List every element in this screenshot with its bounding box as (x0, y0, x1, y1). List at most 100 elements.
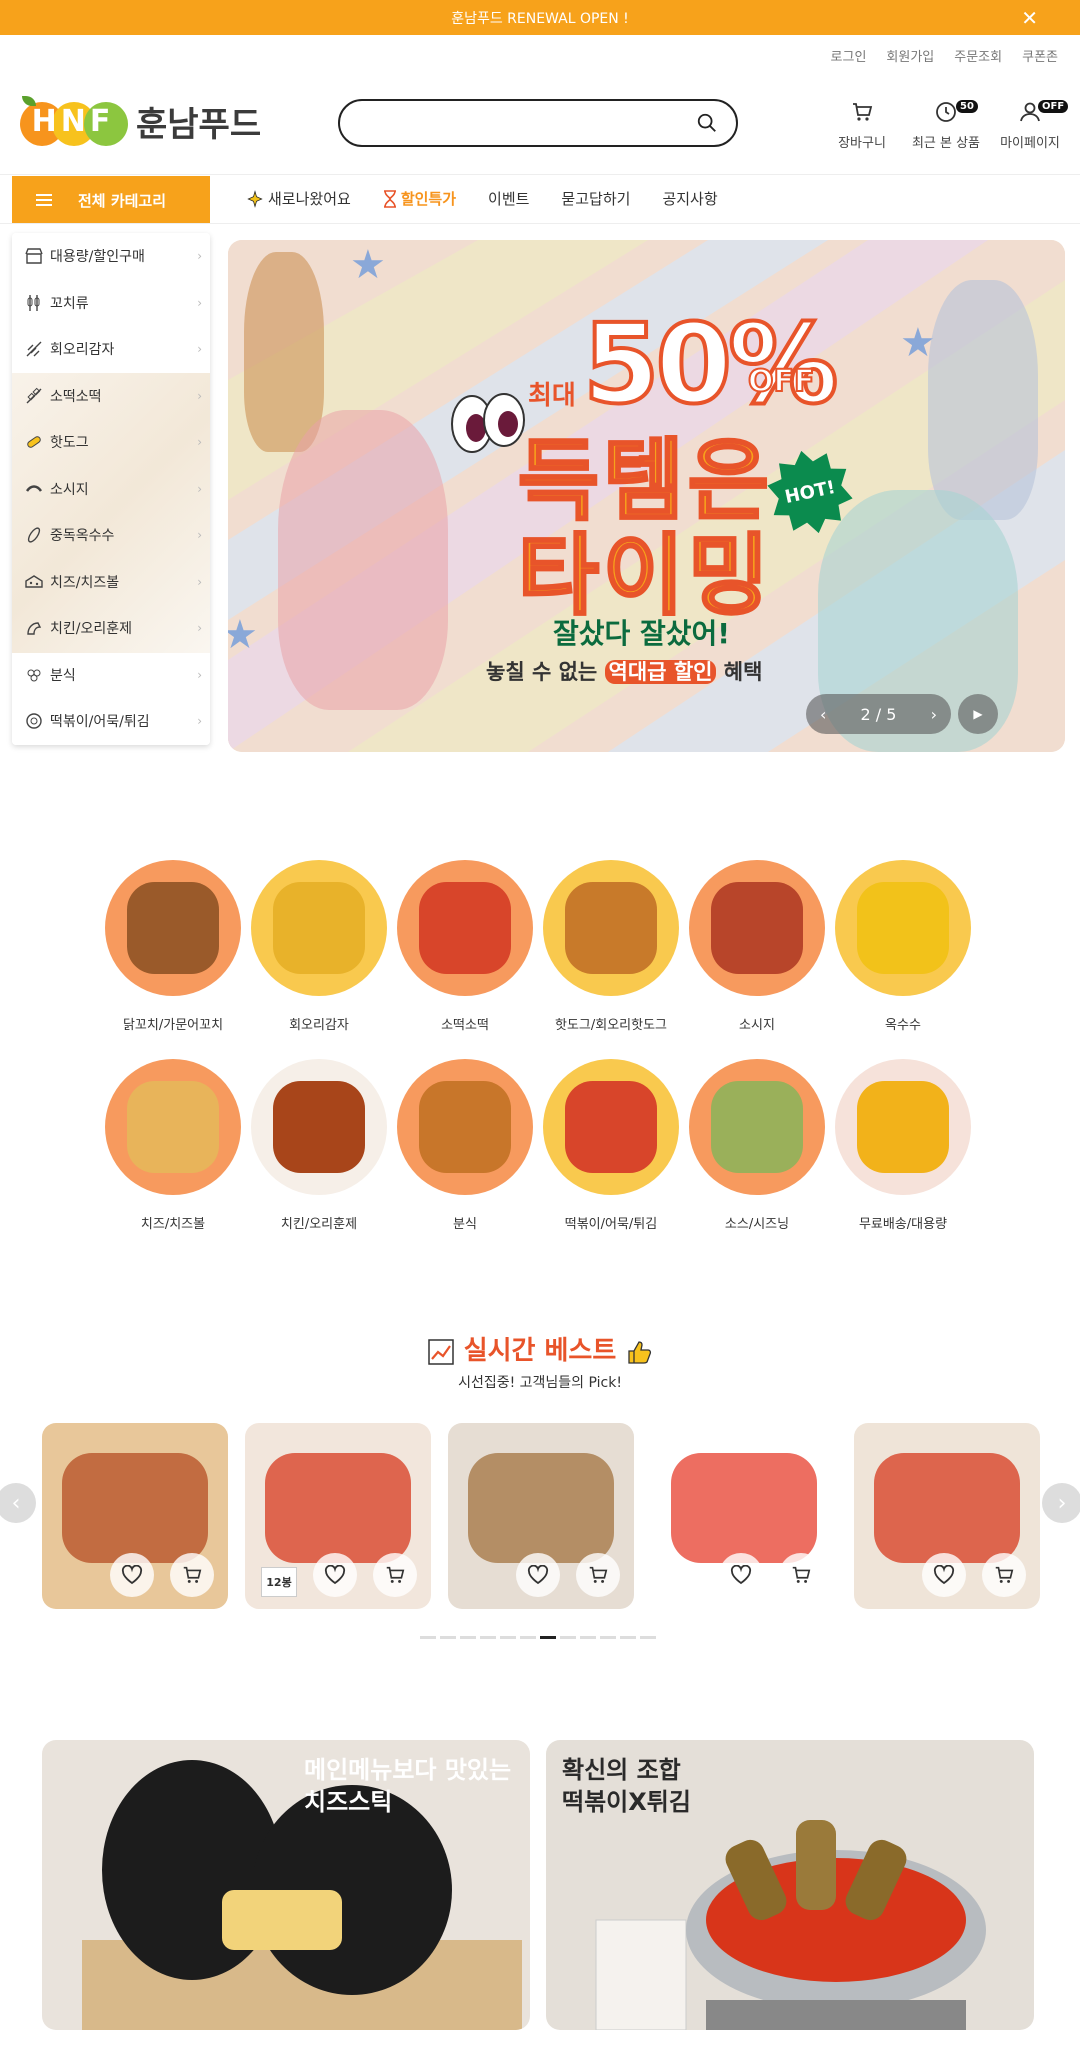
nav-events[interactable]: 이벤트 (488, 188, 529, 209)
banner-prev-icon[interactable]: ‹ (820, 705, 826, 724)
wishlist-button[interactable] (719, 1553, 763, 1597)
login-link[interactable]: 로그인 (831, 46, 867, 65)
corn-icon (24, 525, 44, 545)
recent-items-button[interactable]: 50 최근 본 상품 (904, 98, 988, 151)
product-image (468, 1453, 614, 1563)
category-card[interactable]: 소떡소떡 (392, 860, 538, 1033)
close-icon[interactable]: ✕ (1021, 6, 1038, 30)
site-logo[interactable]: HNF 훈남푸드 (20, 96, 261, 146)
coupon-zone-link[interactable]: 쿠폰존 (1022, 46, 1058, 65)
cart-button[interactable]: 장바구니 (820, 98, 904, 151)
search-input[interactable] (358, 111, 678, 135)
order-lookup-link[interactable]: 주문조회 (954, 46, 1002, 65)
carousel-dot[interactable] (560, 1636, 576, 1639)
category-item-sausage[interactable]: 소시지 › (12, 466, 210, 513)
category-card[interactable]: 치킨/오리훈제 (246, 1059, 392, 1232)
carousel-dot[interactable] (460, 1636, 476, 1639)
cart-label: 장바구니 (838, 136, 886, 151)
product-image (265, 1453, 411, 1563)
product-card[interactable] (448, 1423, 634, 1609)
carousel-dot[interactable] (620, 1636, 636, 1639)
carousel-dot[interactable] (640, 1636, 656, 1639)
category-item-hotdog[interactable]: 핫도그 › (12, 419, 210, 466)
category-grid: 닭꼬치/가문어꼬치 회오리감자 소떡소떡 핫도그/회오리핫도그 소시지 옥수수치즈/치즈볼… (100, 860, 976, 1232)
carousel-dot[interactable] (480, 1636, 496, 1639)
banner-off-label: OFF (747, 364, 815, 399)
category-item-chicken[interactable]: 치킨/오리훈제 › (12, 605, 210, 652)
category-card[interactable]: 무료배송/대용량 (830, 1059, 976, 1232)
category-card[interactable]: 치즈/치즈볼 (100, 1059, 246, 1232)
category-name: 회오리감자 (289, 1018, 349, 1033)
category-image (689, 860, 825, 996)
category-item-snack[interactable]: 분식 › (12, 652, 210, 699)
carousel-dot[interactable] (500, 1636, 516, 1639)
product-card[interactable]: 12봉 (245, 1423, 431, 1609)
category-item-cheese[interactable]: 치즈/치즈볼 › (12, 559, 210, 606)
category-name: 핫도그/회오리핫도그 (554, 1018, 668, 1033)
category-image (543, 860, 679, 996)
banner-subtitle-2: 놓칠 수 없는 역대급 할인 혜택 (486, 660, 763, 684)
category-card[interactable]: 닭꼬치/가문어꼬치 (100, 860, 246, 1033)
mypage-button[interactable]: OFF 마이페이지 (988, 98, 1072, 151)
category-item-bulk[interactable]: 대용량/할인구매 › (12, 233, 210, 280)
category-card[interactable]: 옥수수 (830, 860, 976, 1033)
carousel-dot[interactable] (540, 1636, 556, 1639)
category-image (105, 860, 241, 996)
product-card[interactable] (854, 1423, 1040, 1609)
carousel-dot[interactable] (520, 1636, 536, 1639)
category-item-sotteok[interactable]: 소떡소떡 › (12, 373, 210, 420)
carousel-next-icon[interactable]: › (1042, 1483, 1080, 1523)
category-card[interactable]: 소스/시즈닝 (684, 1059, 830, 1232)
add-to-cart-button[interactable] (779, 1553, 823, 1597)
girl-illustration (244, 252, 324, 452)
add-to-cart-button[interactable] (576, 1553, 620, 1597)
best-product-carousel: 12봉 (42, 1423, 1040, 1609)
category-name: 소시지 (739, 1018, 775, 1033)
mypage-badge: OFF (1038, 100, 1069, 113)
banner-next-icon[interactable]: › (931, 705, 937, 724)
category-item-skewers[interactable]: 꼬치류 › (12, 280, 210, 327)
all-categories-button[interactable]: 전체 카테고리 (12, 176, 210, 224)
promo-cheese-stick[interactable]: 메인메뉴보다 맛있는 치즈스틱 (42, 1740, 530, 2030)
carousel-dot[interactable] (580, 1636, 596, 1639)
product-image (671, 1453, 817, 1563)
category-item-corn[interactable]: 중독옥수수 › (12, 512, 210, 559)
best-section-subtitle: 시선집중! 고객님들의 Pick! (458, 1375, 622, 1391)
carousel-dot[interactable] (440, 1636, 456, 1639)
category-item-tteokbokki[interactable]: 떡볶이/어묵/튀김 › (12, 698, 210, 745)
wishlist-button[interactable] (110, 1553, 154, 1597)
category-item-tornado-potato[interactable]: 회오리감자 › (12, 326, 210, 373)
add-to-cart-button[interactable] (170, 1553, 214, 1597)
product-card[interactable] (42, 1423, 228, 1609)
wishlist-button[interactable] (922, 1553, 966, 1597)
category-card[interactable]: 떡볶이/어묵/튀김 (538, 1059, 684, 1232)
category-image (397, 860, 533, 996)
menu-icon (36, 194, 52, 206)
signup-link[interactable]: 회원가입 (886, 46, 934, 65)
add-to-cart-button[interactable] (982, 1553, 1026, 1597)
wishlist-button[interactable] (516, 1553, 560, 1597)
carousel-dots (420, 1636, 656, 1639)
nav-notices[interactable]: 공지사항 (662, 188, 717, 209)
carousel-prev-icon[interactable]: ‹ (0, 1483, 36, 1523)
nav-qna[interactable]: 묻고답하기 (561, 188, 630, 209)
category-card[interactable]: 분식 (392, 1059, 538, 1232)
logo-mark: HNF (20, 96, 128, 146)
add-to-cart-button[interactable] (373, 1553, 417, 1597)
play-icon[interactable]: ▶ (958, 694, 998, 734)
nav-special-discount[interactable]: 할인특가 (383, 188, 456, 209)
wishlist-button[interactable] (313, 1553, 357, 1597)
category-card[interactable]: 소시지 (684, 860, 830, 1033)
notice-text[interactable]: 훈남푸드 RENEWAL OPEN ! (451, 8, 629, 28)
banner-pager: ‹ 2 / 5 › (806, 694, 951, 734)
search-icon[interactable] (696, 112, 718, 134)
category-card[interactable]: 핫도그/회오리핫도그 (538, 860, 684, 1033)
carousel-dot[interactable] (420, 1636, 436, 1639)
main-banner[interactable]: ★ ★ ★ 최대 50% OFF 득템은 타이밍 HOT! 잘샀다 잘샀어! 놓… (228, 240, 1065, 752)
product-card[interactable] (651, 1423, 837, 1609)
nav-new-arrivals[interactable]: 새로나왔어요 (246, 188, 351, 209)
category-card[interactable]: 회오리감자 (246, 860, 392, 1033)
carousel-dot[interactable] (600, 1636, 616, 1639)
category-image (835, 860, 971, 996)
promo-tteokbokki-tempura[interactable]: 확신의 조합 떡볶이Ⅹ튀김 (546, 1740, 1034, 2030)
